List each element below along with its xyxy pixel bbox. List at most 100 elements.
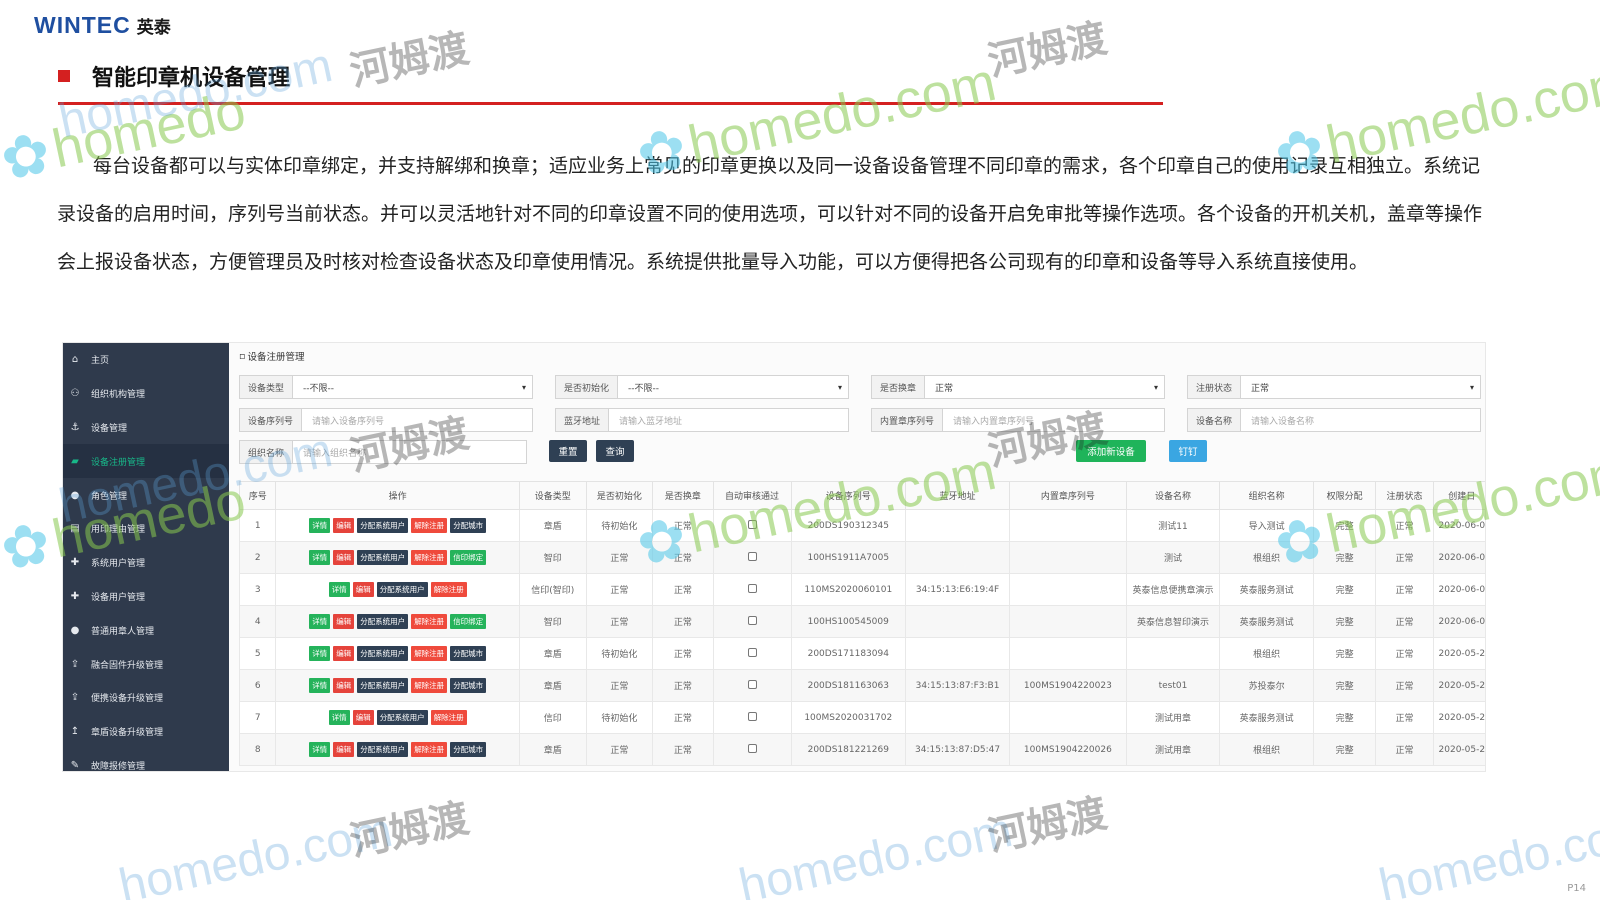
detail-button[interactable]: 详情 <box>309 646 331 661</box>
column-header[interactable]: 创建日 <box>1432 481 1485 510</box>
column-header[interactable]: 序号 <box>238 481 277 510</box>
edit-button[interactable]: 编辑 <box>333 550 355 565</box>
edit-button[interactable]: 编辑 <box>352 582 374 597</box>
unregister-button[interactable]: 解除注册 <box>411 518 448 533</box>
edit-button[interactable]: 编辑 <box>352 710 374 725</box>
auto-approve-checkbox[interactable] <box>747 519 757 529</box>
filter-input[interactable]: 请输入内置章序列号 <box>943 409 1164 431</box>
extra-action-button[interactable]: 信印绑定 <box>450 614 487 629</box>
sidebar-item[interactable]: ↥ 章盾设备升级管理 <box>63 715 229 749</box>
column-header[interactable]: 是否换章 <box>652 481 714 510</box>
sidebar-item[interactable]: ⚓ 设备管理 <box>63 411 229 445</box>
logo-cn: 英泰 <box>136 18 171 38</box>
watermark-url: homedo.com <box>54 38 337 149</box>
filter-input[interactable]: 请输入设备序列号 <box>302 409 532 431</box>
text-filter[interactable]: 内置章序列号 请输入内置章序列号 <box>871 408 1165 432</box>
extra-action-button[interactable]: 分配城市 <box>450 646 487 661</box>
edit-button[interactable]: 编辑 <box>333 678 355 693</box>
filter-input[interactable]: 请输入蓝牙地址 <box>609 409 848 431</box>
assign-user-button[interactable]: 分配系统用户 <box>357 646 409 661</box>
org-name-input[interactable]: 请输入组织名称 <box>293 441 526 463</box>
extra-action-button[interactable]: 分配城市 <box>450 518 487 533</box>
filter-select[interactable]: --不限-- ▾ <box>618 376 848 398</box>
filter-input[interactable]: 请输入设备名称 <box>1241 409 1480 431</box>
detail-button[interactable]: 详情 <box>328 710 350 725</box>
auto-approve-checkbox[interactable] <box>747 711 757 721</box>
select-filter[interactable]: 注册状态 正常 ▾ <box>1187 375 1481 399</box>
detail-button[interactable]: 详情 <box>309 614 331 629</box>
column-header[interactable]: 组织名称 <box>1219 481 1314 510</box>
sidebar-item[interactable]: ✚ 设备用户管理 <box>63 580 229 614</box>
detail-button[interactable]: 详情 <box>309 742 331 757</box>
sidebar-item[interactable]: ● 普通用章人管理 <box>63 613 229 647</box>
column-header[interactable]: 设备序列号 <box>790 481 907 510</box>
filter-select[interactable]: 正常 ▾ <box>1241 376 1480 398</box>
column-header[interactable]: 操作 <box>275 481 520 510</box>
auto-approve-checkbox[interactable] <box>747 743 757 753</box>
sidebar-item[interactable]: ▰ 设备注册管理 <box>63 444 229 479</box>
detail-button[interactable]: 详情 <box>309 518 331 533</box>
text-filter[interactable]: 蓝牙地址 请输入蓝牙地址 <box>555 408 849 432</box>
reset-button[interactable]: 重置 <box>549 440 587 462</box>
auto-approve-checkbox[interactable] <box>747 679 757 689</box>
auto-approve-checkbox[interactable] <box>747 551 757 561</box>
column-header[interactable]: 是否初始化 <box>585 481 654 510</box>
assign-user-button[interactable]: 分配系统用户 <box>376 710 428 725</box>
unregister-button[interactable]: 解除注册 <box>411 550 448 565</box>
filter-select[interactable]: --不限-- ▾ <box>293 376 532 398</box>
sidebar-item-label: 故障报修管理 <box>91 761 146 772</box>
assign-user-button[interactable]: 分配系统用户 <box>357 550 409 565</box>
auto-approve-checkbox[interactable] <box>747 583 757 593</box>
edit-button[interactable]: 编辑 <box>333 646 355 661</box>
sidebar-item[interactable]: ⇪ 便携设备升级管理 <box>63 681 229 715</box>
query-button[interactable]: 查询 <box>596 440 634 462</box>
unregister-button[interactable]: 解除注册 <box>430 710 467 725</box>
auto-approve-checkbox[interactable] <box>747 615 757 625</box>
unregister-button[interactable]: 解除注册 <box>430 582 467 597</box>
column-header[interactable]: 自动审核通过 <box>712 481 792 510</box>
column-header[interactable]: 设备名称 <box>1125 481 1221 510</box>
unregister-button[interactable]: 解除注册 <box>411 678 448 693</box>
sidebar-item[interactable]: ⇪ 融合固件升级管理 <box>63 647 229 681</box>
sidebar-item[interactable]: ● 角色管理 <box>63 478 229 512</box>
column-header[interactable]: 内置章序列号 <box>1009 481 1127 510</box>
extra-action-button[interactable]: 信印绑定 <box>450 550 487 565</box>
dingtalk-button[interactable]: 钉钉 <box>1169 440 1207 462</box>
column-header[interactable]: 注册状态 <box>1375 481 1434 510</box>
assign-user-button[interactable]: 分配系统用户 <box>357 678 409 693</box>
unregister-button[interactable]: 解除注册 <box>411 742 448 757</box>
column-header[interactable]: 权限分配 <box>1312 481 1377 510</box>
text-filter[interactable]: 设备名称 请输入设备名称 <box>1187 408 1481 432</box>
sidebar-item[interactable]: ▤ 用印理由管理 <box>63 512 229 546</box>
select-filter[interactable]: 是否初始化 --不限-- ▾ <box>555 375 849 399</box>
unregister-button[interactable]: 解除注册 <box>411 614 448 629</box>
detail-button[interactable]: 详情 <box>328 582 350 597</box>
sidebar-item[interactable]: ⚇ 组织机构管理 <box>63 377 229 411</box>
filter-select[interactable]: 正常 ▾ <box>925 376 1164 398</box>
detail-button[interactable]: 详情 <box>309 678 331 693</box>
assign-user-button[interactable]: 分配系统用户 <box>357 518 409 533</box>
assign-user-button[interactable]: 分配系统用户 <box>376 582 428 597</box>
text-filter[interactable]: 设备序列号 请输入设备序列号 <box>239 408 533 432</box>
sidebar-item[interactable]: ✚ 系统用户管理 <box>63 546 229 580</box>
sidebar-item[interactable]: ⌂ 主页 <box>63 343 229 377</box>
edit-button[interactable]: 编辑 <box>333 742 355 757</box>
edit-button[interactable]: 编辑 <box>333 518 355 533</box>
select-filter[interactable]: 是否换章 正常 ▾ <box>871 375 1165 399</box>
sidebar-item[interactable]: ✎ 故障报修管理 <box>63 749 229 772</box>
column-header[interactable]: 蓝牙地址 <box>905 481 1011 510</box>
bluetooth-address <box>905 701 1011 734</box>
auto-approve-checkbox[interactable] <box>747 647 757 657</box>
init-status: 正常 <box>585 733 654 766</box>
select-filter[interactable]: 设备类型 --不限-- ▾ <box>239 375 533 399</box>
edit-button[interactable]: 编辑 <box>333 614 355 629</box>
add-device-button[interactable]: 添加新设备 <box>1076 440 1146 462</box>
extra-action-button[interactable]: 分配城市 <box>450 742 487 757</box>
extra-action-button[interactable]: 分配城市 <box>450 678 487 693</box>
unregister-button[interactable]: 解除注册 <box>411 646 448 661</box>
assign-user-button[interactable]: 分配系统用户 <box>357 614 409 629</box>
column-header[interactable]: 设备类型 <box>518 481 587 510</box>
org-name-filter[interactable]: 组织名称 请输入组织名称 <box>239 440 527 464</box>
assign-user-button[interactable]: 分配系统用户 <box>357 742 409 757</box>
detail-button[interactable]: 详情 <box>309 550 331 565</box>
